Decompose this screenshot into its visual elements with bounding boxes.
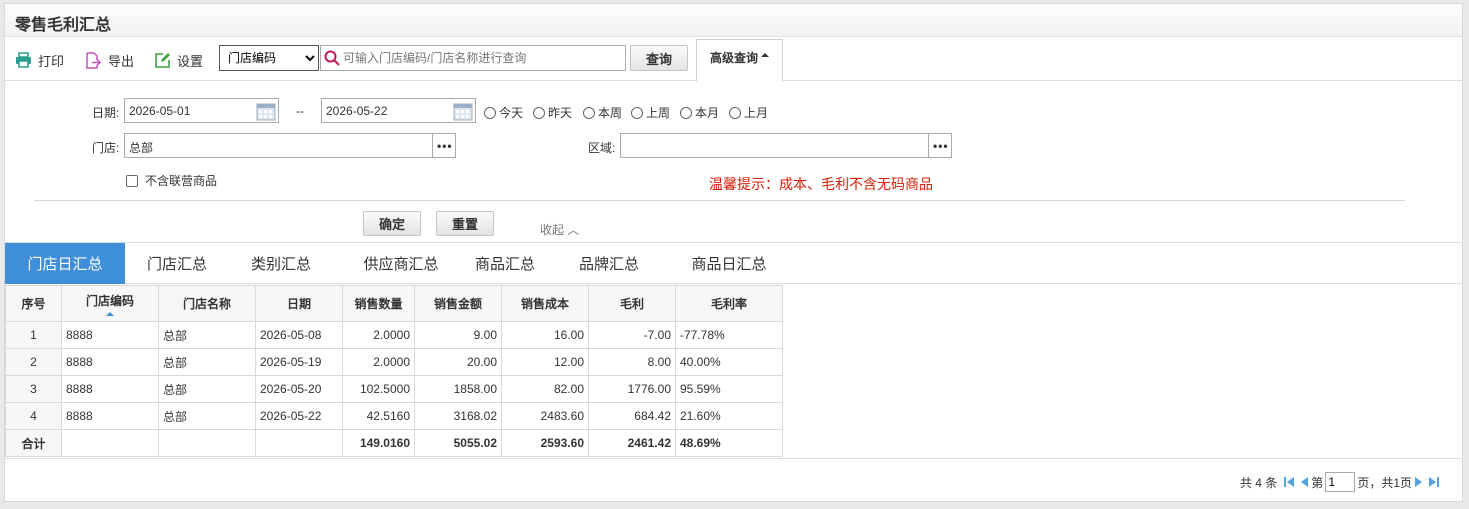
- table-row[interactable]: 3 8888 总部 2026-05-20 102.5000 1858.00 82…: [5, 375, 783, 403]
- region-label: 区域:: [588, 141, 616, 155]
- tab-product[interactable]: 商品汇总: [457, 243, 553, 284]
- col-header-date[interactable]: 日期: [255, 285, 343, 322]
- collapse-toggle[interactable]: 收起 ︿: [540, 221, 579, 238]
- edit-icon: [155, 52, 170, 68]
- query-button[interactable]: 查询: [630, 45, 688, 71]
- checkbox-box: [126, 174, 138, 187]
- store-input[interactable]: 总部 •••: [124, 133, 456, 158]
- more-icon: •••: [437, 139, 453, 153]
- advanced-filter-panel: 日期: 2026-05-01 -- 2026-05-22 今天 昨天 本周 上周…: [5, 82, 1462, 242]
- table-row[interactable]: 2 8888 总部 2026-05-19 2.0000 20.00 12.00 …: [5, 348, 783, 376]
- date-from-input[interactable]: 2026-05-01: [124, 98, 279, 123]
- tab-category[interactable]: 类别汇总: [233, 243, 329, 284]
- radio-circle: [484, 106, 496, 119]
- settings-label: 设置: [177, 53, 204, 69]
- tab-store[interactable]: 门店汇总: [129, 243, 225, 284]
- radio-this-week[interactable]: 本周: [583, 104, 622, 121]
- col-header-sales-amount[interactable]: 销售金额: [414, 285, 502, 322]
- page-prefix: 第: [1311, 475, 1324, 490]
- title-bar: 零售毛利汇总: [5, 4, 1462, 37]
- tab-supplier[interactable]: 供应商汇总: [341, 243, 461, 284]
- confirm-button[interactable]: 确定: [363, 211, 421, 236]
- radio-last-week[interactable]: 上周: [631, 104, 670, 121]
- export-button[interactable]: 导出: [85, 50, 134, 70]
- date-from-value: 2026-05-01: [129, 104, 191, 118]
- calendar-icon[interactable]: [256, 101, 276, 121]
- settings-button[interactable]: 设置: [154, 50, 203, 70]
- sort-asc-icon: [106, 311, 114, 316]
- tab-product-daily[interactable]: 商品日汇总: [669, 243, 789, 284]
- tab-store-daily[interactable]: 门店日汇总: [5, 243, 125, 284]
- radio-circle: [729, 106, 741, 119]
- table-row[interactable]: 4 8888 总部 2026-05-22 42.5160 3168.02 248…: [5, 402, 783, 430]
- page-suffix: 页，共1页: [1357, 475, 1412, 490]
- search-icon: [324, 50, 340, 66]
- pagination-controls: 共 4 条 第 页，共1页: [1240, 472, 1442, 492]
- divider: [34, 200, 1405, 201]
- main-panel: 零售毛利汇总 打印 导出 设置 门店编码 可输入门店编码/门店名称进行查询 查询…: [4, 3, 1463, 502]
- data-table: 序号 门店编码 门店名称 日期 销售数量 销售金额 销售成本 毛利 毛利率 1 …: [5, 285, 783, 457]
- col-header-store-code[interactable]: 门店编码: [61, 285, 159, 322]
- date-label: 日期:: [92, 106, 120, 120]
- store-value: 总部: [129, 141, 154, 155]
- export-label: 导出: [108, 53, 135, 69]
- radio-yesterday[interactable]: 昨天: [533, 104, 572, 121]
- total-count: 共 4 条: [1239, 475, 1278, 490]
- page-number-input[interactable]: [1325, 472, 1356, 492]
- page-title: 零售毛利汇总: [15, 17, 112, 34]
- radio-circle: [680, 106, 692, 119]
- radio-today[interactable]: 今天: [484, 104, 523, 121]
- radio-circle: [631, 106, 643, 119]
- store-picker-button[interactable]: •••: [432, 134, 455, 157]
- warning-tip: 温馨提示：成本、毛利不含无码商品: [709, 176, 933, 192]
- table-header-row: 序号 门店编码 门店名称 日期 销售数量 销售金额 销售成本 毛利 毛利率: [5, 285, 783, 322]
- search-input[interactable]: [343, 48, 621, 68]
- tab-brand[interactable]: 品牌汇总: [561, 243, 657, 284]
- prev-page-icon[interactable]: [1299, 476, 1309, 488]
- region-input[interactable]: •••: [620, 133, 952, 158]
- advanced-query-tab[interactable]: 高级查询: [696, 39, 783, 81]
- col-header-margin[interactable]: 毛利率: [675, 285, 783, 322]
- radio-circle: [583, 106, 595, 119]
- radio-this-month[interactable]: 本月: [680, 104, 719, 121]
- printer-icon: [16, 52, 31, 68]
- chevron-up-icon: ︿: [567, 223, 580, 237]
- tab-bar: 门店日汇总 门店汇总 类别汇总 供应商汇总 商品汇总 品牌汇总 商品日汇总: [5, 242, 1462, 284]
- date-separator: --: [296, 104, 304, 118]
- calendar-icon[interactable]: [453, 101, 473, 121]
- search-field-select[interactable]: 门店编码: [219, 45, 319, 71]
- col-header-index[interactable]: 序号: [5, 285, 62, 322]
- reset-button[interactable]: 重置: [436, 211, 494, 236]
- last-page-icon[interactable]: [1428, 476, 1440, 488]
- col-header-store-name[interactable]: 门店名称: [158, 285, 256, 322]
- col-header-gross-profit[interactable]: 毛利: [588, 285, 676, 322]
- date-to-input[interactable]: 2026-05-22: [321, 98, 476, 123]
- advanced-query-label: 高级查询: [709, 51, 758, 65]
- toolbar: 打印 导出 设置 门店编码 查询: [5, 38, 1462, 81]
- exclude-joint-checkbox[interactable]: 不含联营商品: [126, 172, 217, 189]
- caret-up-icon: [761, 53, 769, 57]
- region-picker-button[interactable]: •••: [928, 134, 951, 157]
- radio-circle: [533, 106, 545, 119]
- col-header-sales-qty[interactable]: 销售数量: [342, 285, 415, 322]
- table-row[interactable]: 1 8888 总部 2026-05-08 2.0000 9.00 16.00 -…: [5, 321, 783, 349]
- date-to-value: 2026-05-22: [326, 104, 388, 118]
- search-box: [320, 45, 626, 71]
- radio-last-month[interactable]: 上月: [729, 104, 768, 121]
- export-icon: [86, 51, 102, 69]
- table-total-row: 合计 149.0160 5055.02 2593.60 2461.42 48.6…: [5, 429, 783, 457]
- next-page-icon[interactable]: [1414, 476, 1424, 488]
- print-label: 打印: [38, 53, 65, 69]
- pagination: 共 4 条 第 页，共1页: [5, 458, 1462, 503]
- store-label: 门店:: [92, 141, 120, 155]
- print-button[interactable]: 打印: [15, 50, 64, 70]
- first-page-icon[interactable]: [1283, 476, 1295, 488]
- more-icon: •••: [933, 139, 949, 153]
- col-header-sales-cost[interactable]: 销售成本: [501, 285, 589, 322]
